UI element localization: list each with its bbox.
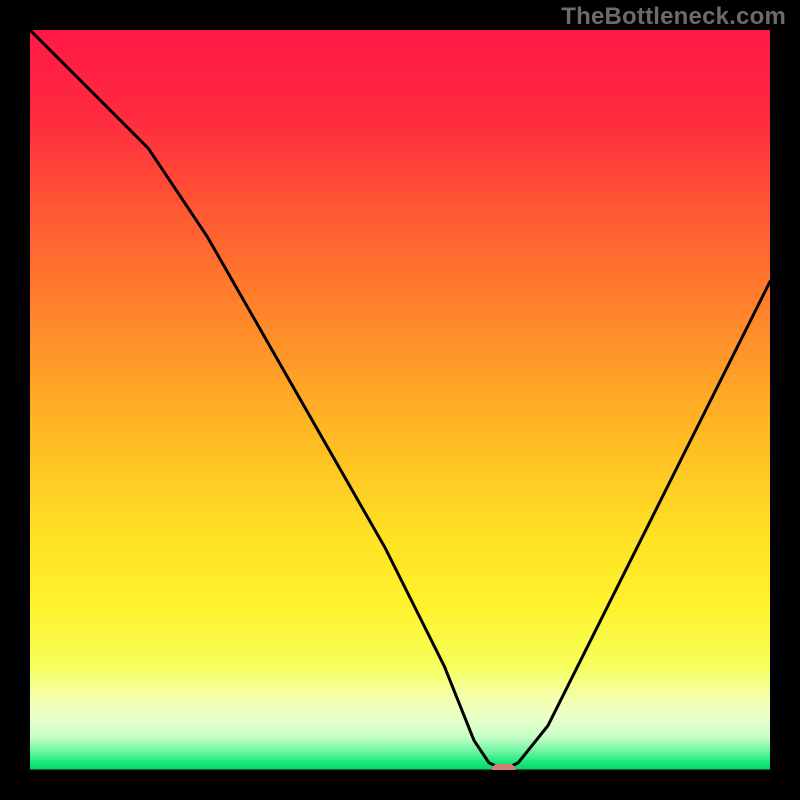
watermark-attribution: TheBottleneck.com [561,3,786,31]
optimum-marker [492,764,516,770]
bottleneck-chart [30,30,770,770]
